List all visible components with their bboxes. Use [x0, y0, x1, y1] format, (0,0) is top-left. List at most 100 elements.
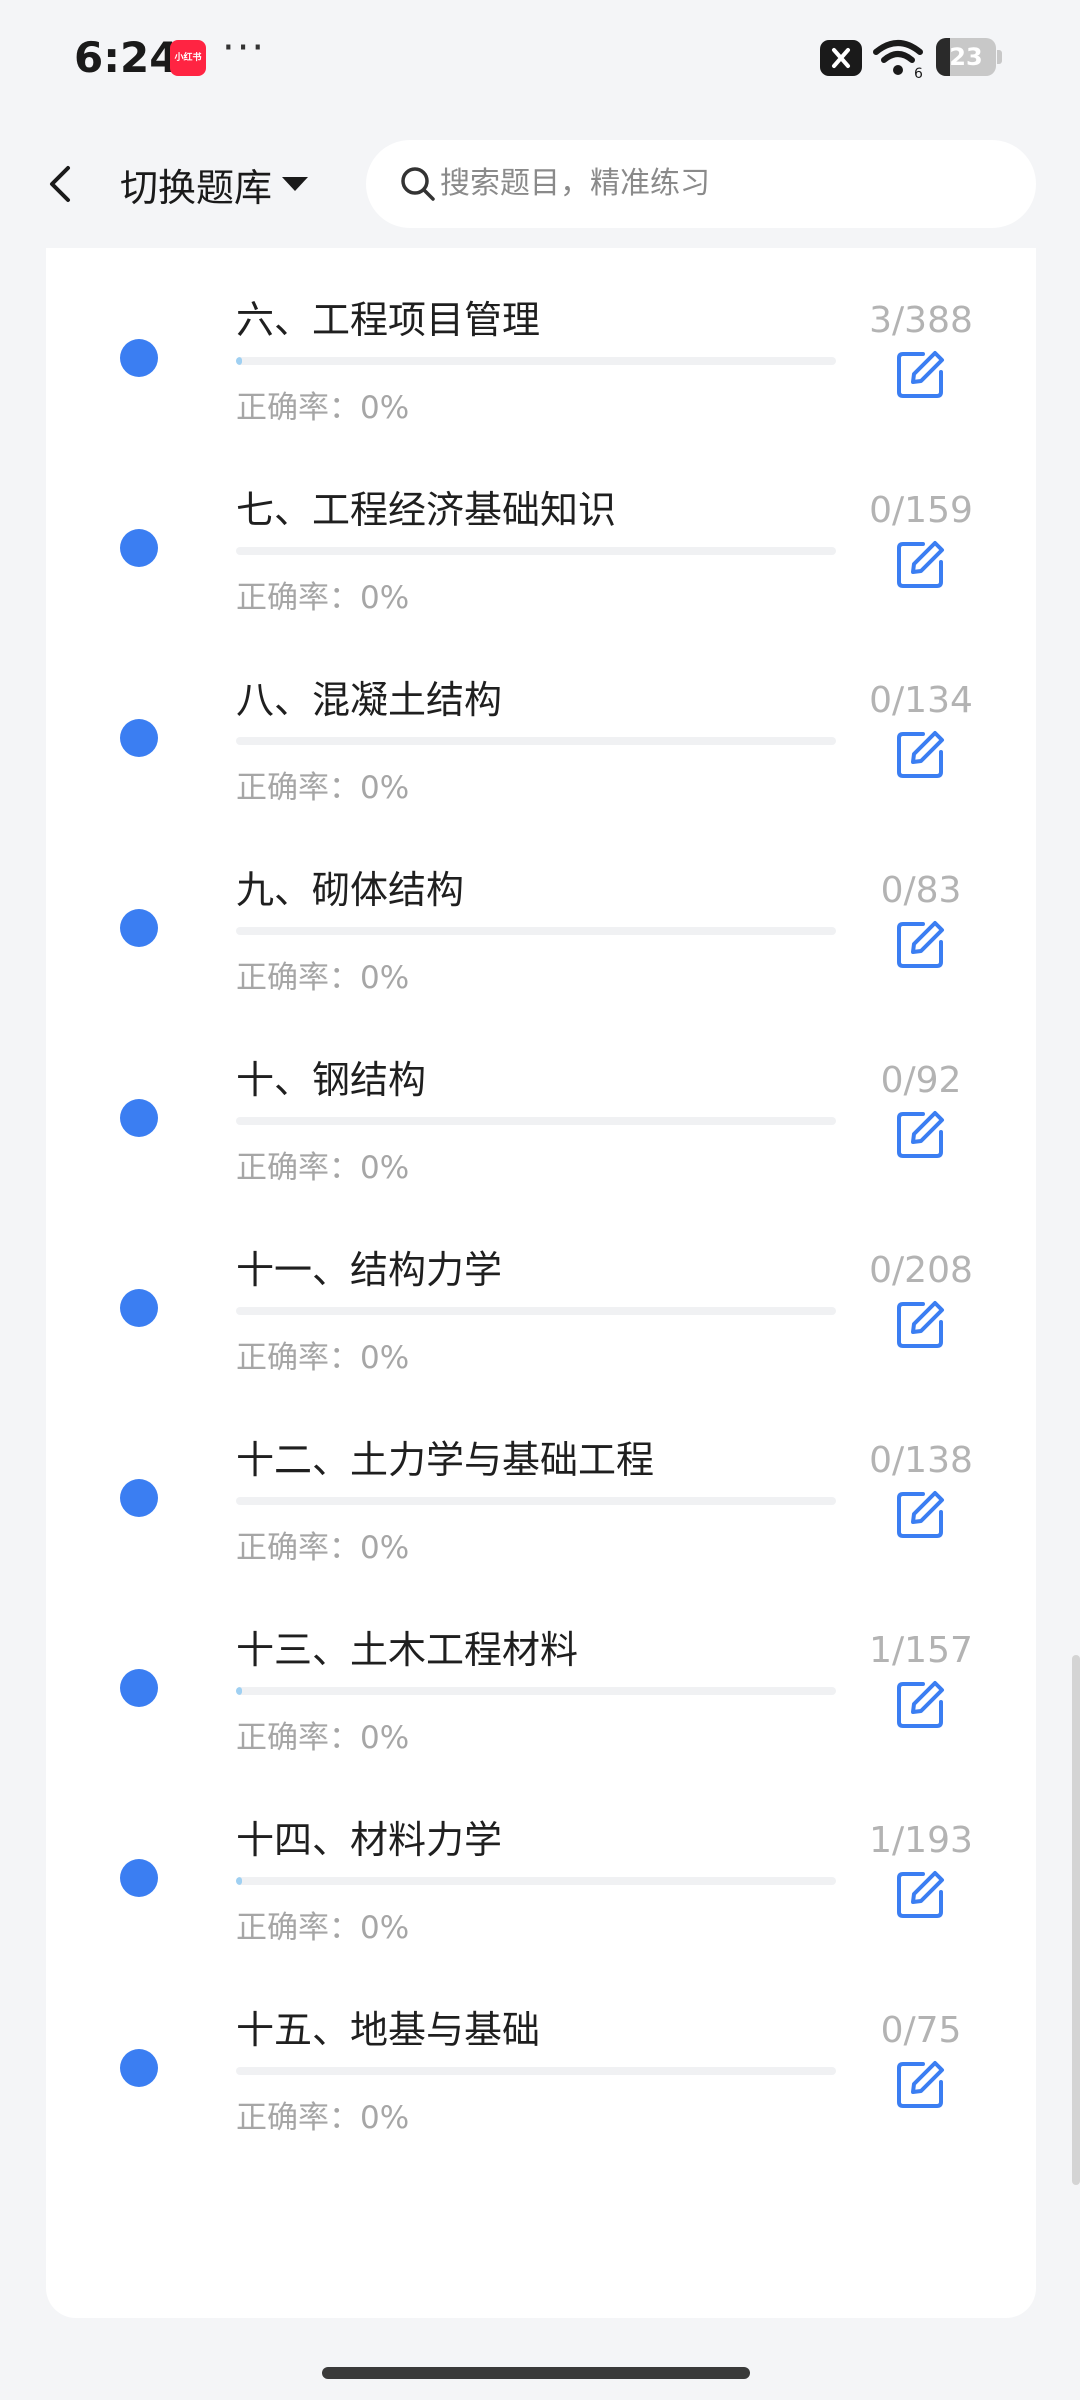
- chapter-title: 十一、结构力学: [236, 1248, 503, 1292]
- chapter-progress-fill: [236, 1877, 242, 1885]
- chapter-question-count: 1/193: [869, 1820, 973, 1861]
- status-time: 6:24: [74, 33, 179, 82]
- chapter-question-count: 0/134: [869, 680, 973, 721]
- chapter-row[interactable]: 十一、结构力学 正确率：0% 0/208: [46, 1232, 1036, 1422]
- chapter-title: 十五、地基与基础: [236, 2008, 541, 2052]
- xiaohongshu-app-icon: 小红书: [170, 40, 206, 76]
- accuracy-value: 0%: [360, 1720, 410, 1756]
- chapter-accuracy: 正确率：0%: [236, 576, 409, 620]
- accuracy-value: 0%: [360, 2100, 410, 2136]
- chapter-status-dot: [120, 1859, 158, 1897]
- chapter-progress-bar: [236, 737, 836, 745]
- chapter-accuracy: 正确率：0%: [236, 1716, 409, 1760]
- chapter-question-count: 0/159: [869, 490, 973, 531]
- battery-icon: 23: [936, 38, 1002, 76]
- chapter-progress-fill: [236, 357, 242, 365]
- chapter-question-count: 1/157: [869, 1630, 973, 1671]
- chapter-title: 八、混凝土结构: [236, 678, 503, 722]
- accuracy-label: 正确率：: [236, 2100, 360, 2136]
- accuracy-value: 0%: [360, 390, 410, 426]
- chapter-row[interactable]: 十五、地基与基础 正确率：0% 0/75: [46, 1992, 1036, 2182]
- edit-practice-icon[interactable]: [893, 1106, 949, 1162]
- chapter-question-count: 0/75: [880, 2010, 962, 2051]
- chapter-accuracy: 正确率：0%: [236, 2096, 409, 2140]
- chapter-status-dot: [120, 2049, 158, 2087]
- no-sim-icon: [820, 40, 862, 76]
- accuracy-value: 0%: [360, 1910, 410, 1946]
- edit-practice-icon[interactable]: [893, 1866, 949, 1922]
- svg-text:6: 6: [914, 66, 923, 80]
- chapter-title: 七、工程经济基础知识: [236, 488, 617, 532]
- chapter-status-dot: [120, 1289, 158, 1327]
- chapter-status-dot: [120, 1479, 158, 1517]
- chapter-progress-bar: [236, 1117, 836, 1125]
- chapter-row[interactable]: 八、混凝土结构 正确率：0% 0/134: [46, 662, 1036, 852]
- search-icon: [401, 167, 435, 201]
- edit-practice-icon[interactable]: [893, 346, 949, 402]
- chapter-row[interactable]: 十、钢结构 正确率：0% 0/92: [46, 1042, 1036, 1232]
- chapter-progress-bar: [236, 1877, 836, 1885]
- switch-question-bank-dropdown[interactable]: 切换题库: [120, 150, 309, 218]
- chapter-title: 十二、土力学与基础工程: [236, 1438, 655, 1482]
- accuracy-label: 正确率：: [236, 960, 360, 996]
- chapter-accuracy: 正确率：0%: [236, 1906, 409, 1950]
- accuracy-value: 0%: [360, 1530, 410, 1566]
- chapter-question-count: 0/83: [880, 870, 962, 911]
- battery-level: 23: [949, 43, 983, 71]
- home-indicator[interactable]: [322, 2367, 750, 2379]
- chapter-accuracy: 正确率：0%: [236, 956, 409, 1000]
- chapter-list: 五、工程测量正确率：0%0/125六、工程项目管理正确率：0%3/388七、工程…: [46, 248, 1036, 2182]
- more-notifications-icon: ···: [222, 25, 267, 71]
- chapter-progress-bar: [236, 1497, 836, 1505]
- chapter-progress-bar: [236, 927, 836, 935]
- chapter-accuracy: 正确率：0%: [236, 1526, 409, 1570]
- search-input[interactable]: 搜索题目，精准练习: [366, 140, 1036, 228]
- back-button[interactable]: [30, 152, 94, 216]
- accuracy-value: 0%: [360, 580, 410, 616]
- chapter-accuracy: 正确率：0%: [236, 1336, 409, 1380]
- chapter-row[interactable]: 十二、土力学与基础工程 正确率：0% 0/138: [46, 1422, 1036, 1612]
- chapter-progress-bar: [236, 547, 836, 555]
- accuracy-label: 正确率：: [236, 580, 360, 616]
- top-nav-bar: 切换题库 搜索题目，精准练习: [0, 120, 1080, 248]
- chapter-title: 十三、土木工程材料: [236, 1628, 579, 1672]
- accuracy-value: 0%: [360, 960, 410, 996]
- edit-practice-icon[interactable]: [893, 536, 949, 592]
- chapter-row[interactable]: 十四、材料力学 正确率：0% 1/193: [46, 1802, 1036, 1992]
- accuracy-label: 正确率：: [236, 1340, 360, 1376]
- accuracy-label: 正确率：: [236, 770, 360, 806]
- edit-practice-icon[interactable]: [893, 2056, 949, 2112]
- accuracy-label: 正确率：: [236, 390, 360, 426]
- chapter-row[interactable]: 五、工程测量正确率：0%0/125: [46, 248, 1036, 282]
- chapter-progress-bar: [236, 1307, 836, 1315]
- chapter-status-dot: [120, 1669, 158, 1707]
- chapter-title: 六、工程项目管理: [236, 298, 541, 342]
- status-bar: 6:24 小红书 ··· 6 23: [0, 0, 1080, 120]
- edit-practice-icon[interactable]: [893, 726, 949, 782]
- scrollbar[interactable]: [1072, 1655, 1080, 2185]
- chapter-row[interactable]: 九、砌体结构 正确率：0% 0/83: [46, 852, 1036, 1042]
- edit-practice-icon[interactable]: [893, 1296, 949, 1352]
- edit-practice-icon[interactable]: [893, 1486, 949, 1542]
- chapter-status-dot: [120, 529, 158, 567]
- chapter-title: 十、钢结构: [236, 1058, 427, 1102]
- search-placeholder: 搜索题目，精准练习: [440, 166, 710, 201]
- chapter-status-dot: [120, 1099, 158, 1137]
- switch-question-bank-label: 切换题库: [120, 165, 273, 210]
- chapter-row[interactable]: 六、工程项目管理 正确率：0% 3/388: [46, 282, 1036, 472]
- chapter-row[interactable]: 十三、土木工程材料 正确率：0% 1/157: [46, 1612, 1036, 1802]
- chapter-progress-bar: [236, 2067, 836, 2075]
- edit-practice-icon[interactable]: [893, 916, 949, 972]
- chapter-question-count: 0/208: [869, 1250, 973, 1291]
- accuracy-value: 0%: [360, 1340, 410, 1376]
- chapter-status-dot: [120, 909, 158, 947]
- chapter-question-count: 0/92: [880, 1060, 962, 1101]
- chapter-accuracy: 正确率：0%: [236, 766, 409, 810]
- chapter-title: 十四、材料力学: [236, 1818, 503, 1862]
- chapter-question-count: 0/138: [869, 1440, 973, 1481]
- accuracy-value: 0%: [360, 1150, 410, 1186]
- chevron-left-icon: [50, 166, 70, 202]
- chapter-row[interactable]: 七、工程经济基础知识 正确率：0% 0/159: [46, 472, 1036, 662]
- accuracy-value: 0%: [360, 770, 410, 806]
- edit-practice-icon[interactable]: [893, 1676, 949, 1732]
